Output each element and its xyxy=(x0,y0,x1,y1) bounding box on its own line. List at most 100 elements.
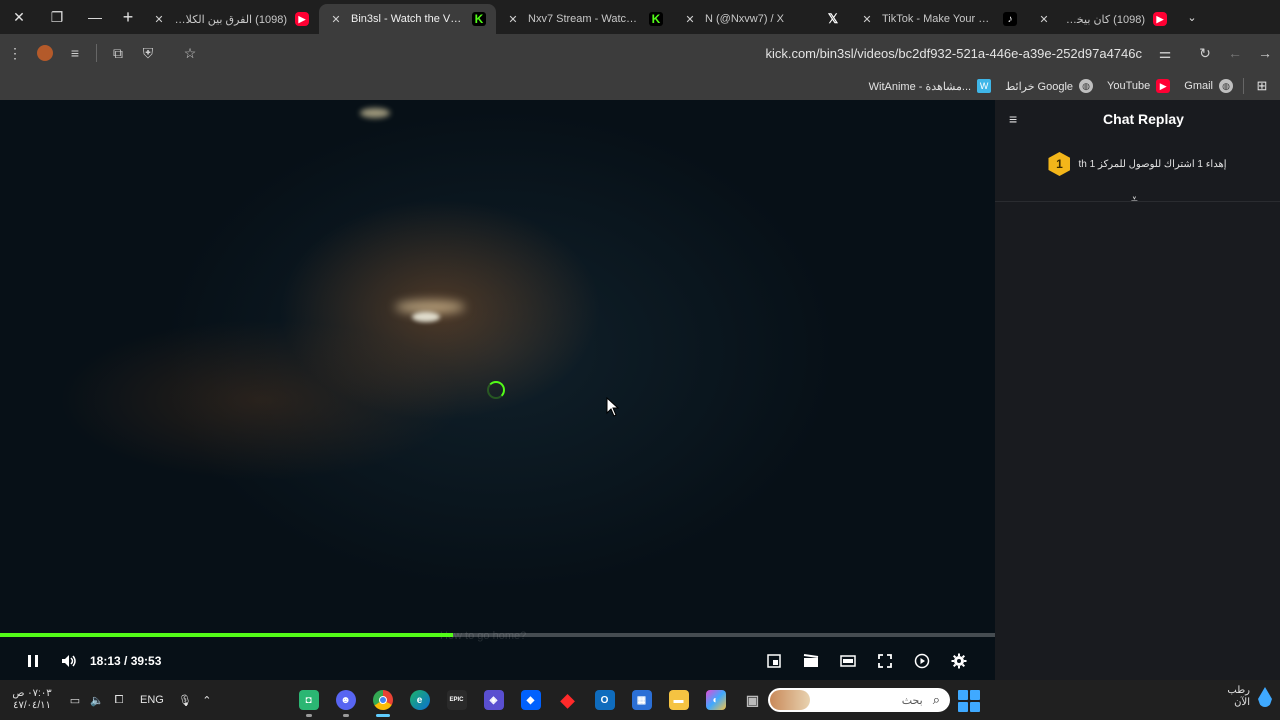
youtube-icon: ▶ xyxy=(1153,12,1167,26)
tab-kick-live[interactable]: ✕ Nxv7 Stream - Watch Live K xyxy=(496,4,673,34)
theater-mode-icon[interactable] xyxy=(829,648,866,674)
bookmark-witanime[interactable]: WitAnime - مشاهدة... W xyxy=(869,79,992,93)
pause-button[interactable] xyxy=(20,648,46,674)
taskbar-app-edge[interactable]: e xyxy=(401,680,438,720)
tab-close-icon[interactable]: ✕ xyxy=(506,13,520,26)
new-tab-button[interactable]: + xyxy=(114,0,142,34)
taskbar-app-teams[interactable]: ◘ xyxy=(290,680,327,720)
battery-icon[interactable]: ▭ xyxy=(65,690,85,710)
tab-youtube-2[interactable]: ✕ (1098) كان بيخطف امي ولك ▶ xyxy=(1027,4,1177,34)
taskbar-app-chrome[interactable] xyxy=(364,680,401,720)
site-settings-icon[interactable]: ⚌ xyxy=(1150,38,1180,68)
clip-icon[interactable] xyxy=(792,648,829,674)
weather-time: الآن xyxy=(1234,697,1250,708)
restore-window-button[interactable]: ❐ xyxy=(38,0,76,34)
bookmark-gmail[interactable]: Gmail ◍ xyxy=(1184,79,1233,93)
copilot-icon: ◐ xyxy=(705,690,726,710)
tab-youtube-1[interactable]: ✕ (1098) الفرق بين الكلام الحب ▶ xyxy=(142,4,319,34)
tab-title: (1098) كان بيخطف امي ولك xyxy=(1059,13,1145,26)
windows-taskbar: ٠٧:٠٣ ص ٤٧/٠٤/١١ ▭ 🔈 ⧠ ENG 🎙 ⌃ ◘ ☻ e EPI… xyxy=(0,680,1280,720)
speaker-icon[interactable]: 🔈 xyxy=(87,690,107,710)
tab-x[interactable]: ✕ N (@Nxvw7) / X 𝕏 xyxy=(673,4,850,34)
progress-fill xyxy=(0,633,453,637)
forward-icon[interactable]: ← xyxy=(1220,38,1250,68)
all-bookmarks-grid-icon[interactable]: ⊞ xyxy=(1252,76,1272,96)
taskbar-app-diamond[interactable]: ◆ xyxy=(549,680,586,720)
pinned-gift-message[interactable]: 1 إهداء 1 اشتراك للوصول للمركز 1 th xyxy=(995,152,1280,176)
microphone-icon[interactable]: 🎙 xyxy=(175,690,195,710)
taskbar-app-explorer[interactable]: ▬ xyxy=(660,680,697,720)
weather-widget[interactable]: رطب الآن xyxy=(1227,685,1272,709)
taskbar-search[interactable]: بحث ⌕ xyxy=(768,688,950,712)
reload-icon[interactable]: ↻ xyxy=(1190,38,1220,68)
taskbar-app-epic[interactable]: EPIC xyxy=(438,680,475,720)
dropbox-icon: ◆ xyxy=(520,690,541,710)
bookmark-youtube[interactable]: YouTube ▶ xyxy=(1107,79,1171,93)
tab-close-icon[interactable]: ✕ xyxy=(683,13,697,26)
tab-close-icon[interactable]: ✕ xyxy=(1037,13,1051,26)
taskbar-app-copilot[interactable]: ◐ xyxy=(697,680,734,720)
discord-icon: ☻ xyxy=(335,690,356,710)
video-player[interactable]: How to go home? 18:13 / 39:53 xyxy=(0,100,995,680)
tab-kick-vod[interactable]: ✕ Bin3sl - Watch the VOD on K xyxy=(319,4,496,34)
clock-date: ٤٧/٠٤/١١ xyxy=(13,700,51,711)
tiktok-icon: ♪ xyxy=(1003,12,1017,26)
globe-icon: ◍ xyxy=(1079,79,1094,93)
bookmark-label: خرائط Google xyxy=(1005,80,1074,93)
miniplayer-icon[interactable] xyxy=(755,648,792,674)
tab-close-icon[interactable]: ✕ xyxy=(152,13,166,26)
show-hidden-icons-icon[interactable]: ⌃ xyxy=(197,690,217,710)
tab-title: (1098) الفرق بين الكلام الحب xyxy=(174,13,287,26)
search-highlight-image xyxy=(770,690,810,710)
tab-close-icon[interactable]: ✕ xyxy=(329,13,343,26)
tab-close-icon[interactable]: ✕ xyxy=(860,13,874,26)
address-bar[interactable]: kick.com/bin3sl/videos/bc2df932-521a-446… xyxy=(211,38,1184,68)
expand-pinned-icon[interactable]: ⩡ xyxy=(1131,192,1138,207)
tab-title: Nxv7 Stream - Watch Live xyxy=(528,13,641,25)
settings-gear-icon[interactable] xyxy=(940,648,977,674)
language-indicator[interactable]: ENG xyxy=(140,694,164,706)
profile-avatar-icon[interactable] xyxy=(30,38,60,68)
taskbar-app-arc[interactable]: ◈ xyxy=(475,680,512,720)
chat-header: ≡ Chat Replay xyxy=(995,100,1280,138)
task-view-icon: ▣ xyxy=(745,691,760,708)
close-window-button[interactable]: ✕ xyxy=(0,0,38,34)
reading-list-icon[interactable]: ≡ xyxy=(60,38,90,68)
app-icon: ◈ xyxy=(483,690,504,710)
network-icon[interactable]: ⧠ xyxy=(109,690,129,710)
taskbar-app-taskview[interactable]: ▣ xyxy=(734,680,771,720)
menu-kebab-icon[interactable]: ⋮ xyxy=(0,38,30,68)
tab-tiktok[interactable]: ✕ TikTok - Make Your Day ♪ xyxy=(850,4,1027,34)
bookmark-star-icon[interactable]: ☆ xyxy=(175,38,205,68)
taskbar-app-outlook[interactable]: O xyxy=(586,680,623,720)
minimize-window-button[interactable]: — xyxy=(76,0,114,34)
loading-spinner-icon xyxy=(487,381,505,399)
time-display: 18:13 / 39:53 xyxy=(90,654,162,668)
weather-condition: رطب xyxy=(1227,685,1250,696)
chat-title: Chat Replay xyxy=(1103,111,1184,127)
toolbar-divider xyxy=(96,44,97,62)
youtube-icon: ▶ xyxy=(295,12,309,26)
windows-start-button[interactable] xyxy=(958,690,980,712)
shield-extension-icon[interactable]: ⛨ xyxy=(133,38,163,68)
edge-icon: e xyxy=(409,690,430,710)
video-frame-light xyxy=(360,108,390,118)
chat-app-icon: ◘ xyxy=(298,690,319,710)
taskbar-app-store[interactable]: ▦ xyxy=(623,680,660,720)
volume-icon[interactable] xyxy=(56,648,82,674)
bookmark-google-maps[interactable]: خرائط Google ◍ xyxy=(1005,79,1094,93)
chrome-icon xyxy=(372,690,393,710)
youtube-icon: ▶ xyxy=(1156,79,1171,93)
taskbar-app-dropbox[interactable]: ◆ xyxy=(512,680,549,720)
back-icon[interactable]: → xyxy=(1250,38,1280,68)
extensions-puzzle-icon[interactable]: ⧉ xyxy=(103,38,133,68)
collapse-chat-icon[interactable]: ≡ xyxy=(1009,111,1025,127)
witanime-icon: W xyxy=(977,79,992,93)
video-progress-bar[interactable] xyxy=(0,633,995,637)
tab-search-dropdown[interactable]: ⌄ xyxy=(1177,0,1207,34)
playback-speed-icon[interactable] xyxy=(903,648,940,674)
fullscreen-icon[interactable] xyxy=(866,648,903,674)
taskbar-app-discord[interactable]: ☻ xyxy=(327,680,364,720)
system-clock[interactable]: ٠٧:٠٣ ص ٤٧/٠٤/١١ xyxy=(0,688,64,712)
taskbar-apps: ◘ ☻ e EPIC ◈ ◆ ◆ O ▦ ▬ ◐ ▣ xyxy=(290,680,771,720)
